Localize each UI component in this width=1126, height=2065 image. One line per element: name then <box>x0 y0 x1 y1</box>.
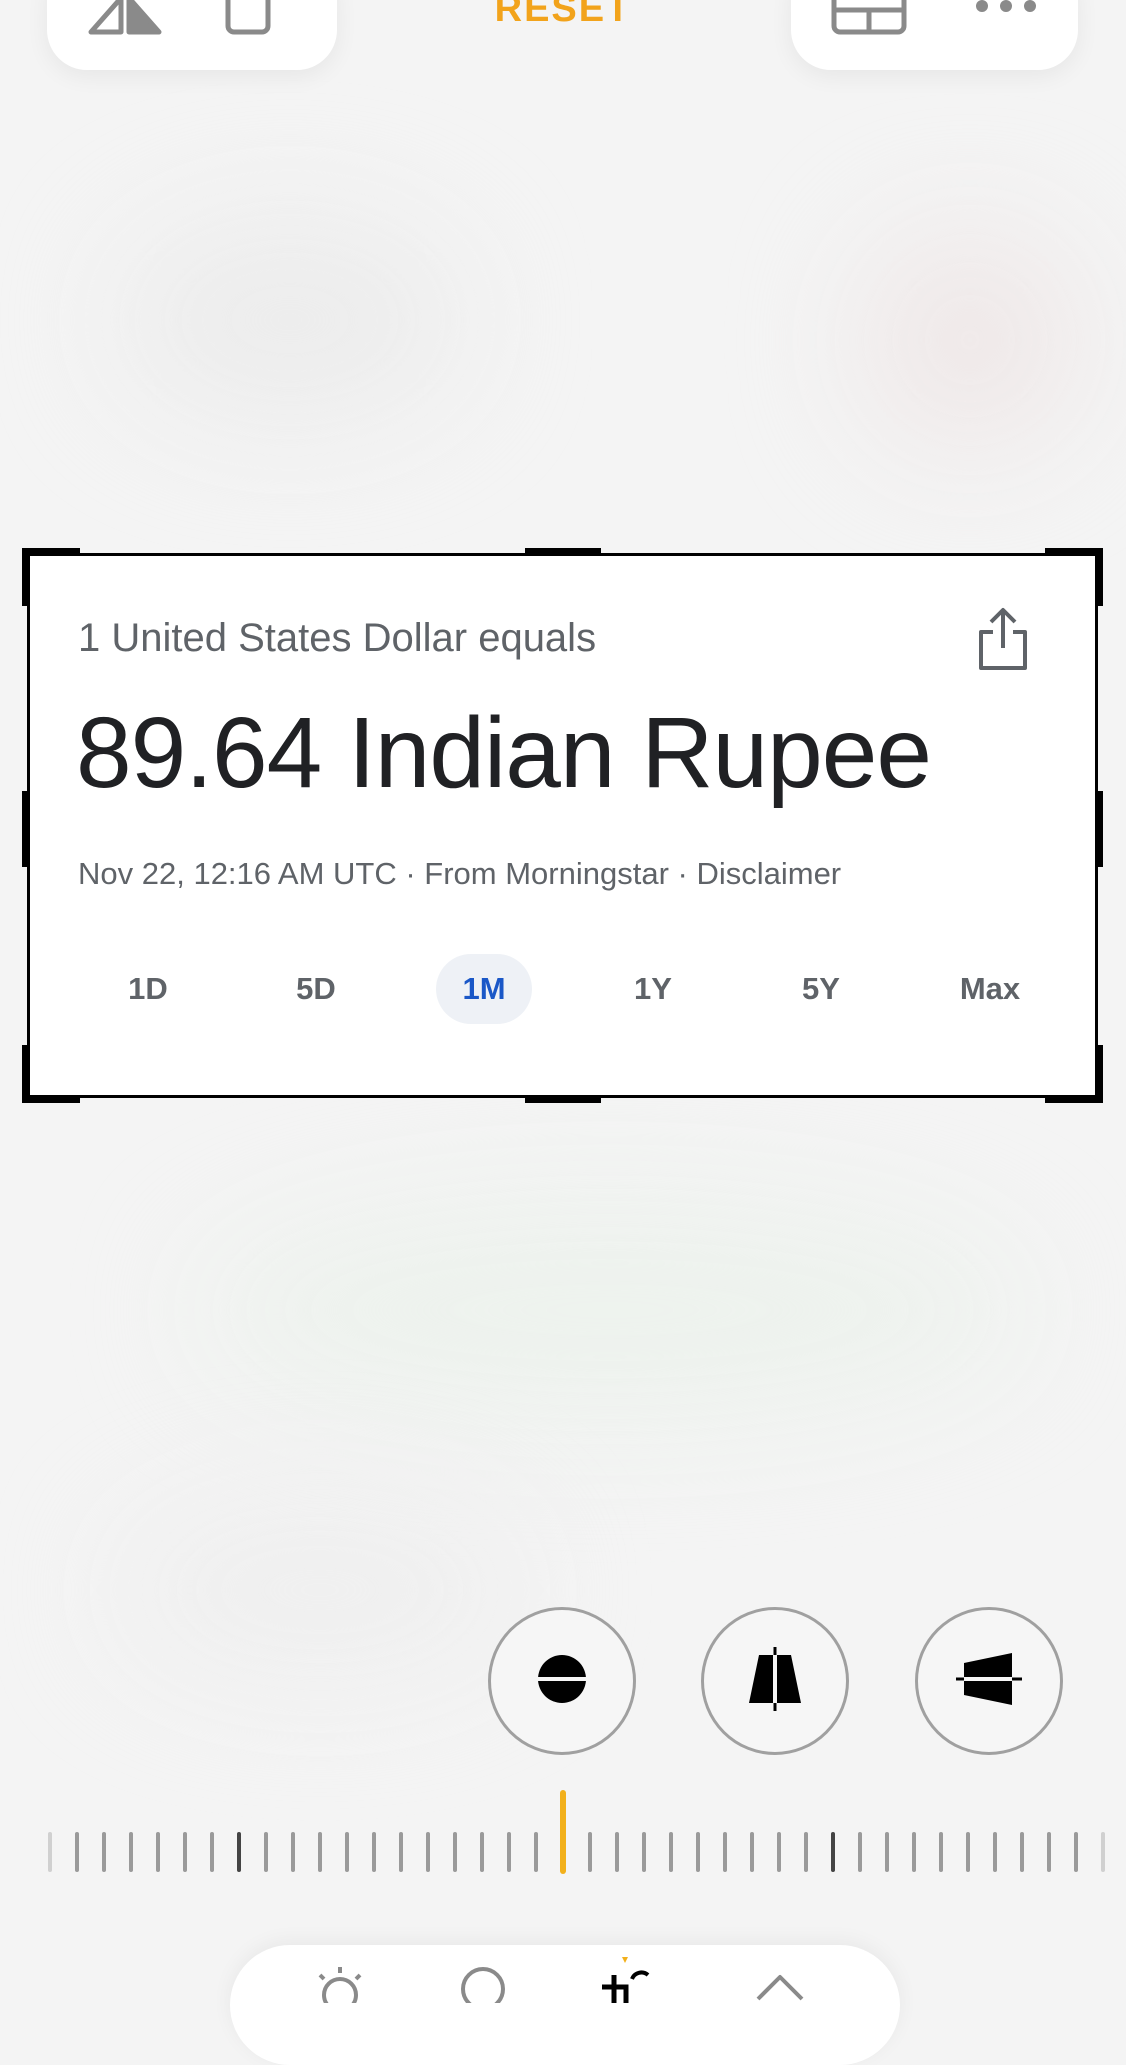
dial-tick <box>669 1832 673 1872</box>
vertical-perspective-button[interactable] <box>701 1607 849 1755</box>
dial-tick <box>966 1832 970 1872</box>
crop-handle-bottom-left-v[interactable] <box>22 1045 30 1103</box>
conversion-meta: Nov 22, 12:16 AM UTC · From Morningstar … <box>78 856 842 891</box>
dial-tick <box>48 1832 52 1872</box>
dial-tick <box>696 1832 700 1872</box>
bottom-tab-bar <box>230 1945 900 2065</box>
crop-handle-bottom-mid[interactable] <box>525 1095 601 1103</box>
range-1d[interactable]: 1D <box>100 954 196 1024</box>
crop-handle-left-mid[interactable] <box>22 791 30 867</box>
straighten-button[interactable] <box>488 1607 636 1755</box>
dial-tick <box>750 1832 754 1872</box>
crop-handle-top-left-v[interactable] <box>22 548 30 606</box>
dial-tick <box>534 1832 538 1872</box>
dial-tick <box>156 1832 160 1872</box>
dial-tick <box>912 1832 916 1872</box>
more-icon[interactable] <box>974 0 1038 38</box>
dial-tick <box>1074 1832 1078 1872</box>
dial-tick <box>372 1832 376 1872</box>
straighten-icon <box>532 1654 592 1709</box>
crop-handle-top-left[interactable] <box>22 548 80 556</box>
share-icon[interactable] <box>977 606 1029 677</box>
vertical-perspective-icon <box>745 1646 805 1716</box>
range-5y[interactable]: 5Y <box>773 954 869 1024</box>
dial-tick <box>993 1832 997 1872</box>
dial-tick <box>399 1832 403 1872</box>
dial-tick <box>858 1832 862 1872</box>
dial-tick <box>129 1832 133 1872</box>
filters-icon[interactable] <box>458 1963 508 2011</box>
dial-tick <box>1101 1832 1105 1872</box>
range-selector: 1D 5D 1M 1Y 5Y Max <box>72 954 1072 1024</box>
crop-handle-top-mid[interactable] <box>525 548 601 556</box>
dial-tick <box>291 1832 295 1872</box>
dial-tick <box>183 1832 187 1872</box>
dial-tick <box>777 1832 781 1872</box>
crop-handle-top-right-v[interactable] <box>1095 548 1103 606</box>
dial-tick <box>345 1832 349 1872</box>
dial-tick <box>426 1832 430 1872</box>
dial-tick <box>939 1832 943 1872</box>
dial-tick <box>453 1832 457 1872</box>
range-max[interactable]: Max <box>942 954 1038 1024</box>
crop-handle-right-mid[interactable] <box>1095 791 1103 867</box>
crop-frame[interactable]: 1 United States Dollar equals 89.64 Indi… <box>22 548 1103 1103</box>
dial-tick <box>885 1832 889 1872</box>
dial-tick <box>75 1832 79 1872</box>
dial-tick <box>642 1832 646 1872</box>
dial-tick <box>1020 1832 1024 1872</box>
dial-tick <box>831 1832 835 1872</box>
dial-tick <box>318 1832 322 1872</box>
dial-tick <box>615 1832 619 1872</box>
dial-needle <box>560 1790 566 1874</box>
range-1m[interactable]: 1M <box>436 954 532 1024</box>
dial-tick <box>723 1832 727 1872</box>
crop-handle-bottom-left[interactable] <box>22 1095 80 1103</box>
dial-tick <box>804 1832 808 1872</box>
dial-tick <box>102 1832 106 1872</box>
dial-tick <box>237 1832 241 1872</box>
dial-tick <box>480 1832 484 1872</box>
range-5d[interactable]: 5D <box>268 954 364 1024</box>
adjust-icon[interactable] <box>750 1963 810 2008</box>
top-right-toolbar <box>791 0 1078 70</box>
aspect-ratio-icon[interactable] <box>831 0 907 38</box>
range-1y[interactable]: 1Y <box>605 954 701 1024</box>
conversion-value: 89.64 Indian Rupee <box>76 697 932 809</box>
dial-tick <box>210 1832 214 1872</box>
crop-handle-bottom-right-v[interactable] <box>1095 1045 1103 1103</box>
dial-tick <box>507 1832 511 1872</box>
crop-rotate-icon[interactable] <box>592 1953 658 2008</box>
dial-tick <box>1047 1832 1051 1872</box>
dial-tick <box>588 1832 592 1872</box>
dial-tick <box>264 1832 268 1872</box>
rotation-dial[interactable] <box>0 1780 1126 1880</box>
horizontal-perspective-button[interactable] <box>915 1607 1063 1755</box>
conversion-subtitle: 1 United States Dollar equals <box>78 616 597 660</box>
auto-adjust-icon[interactable] <box>310 1963 370 2013</box>
horizontal-perspective-icon <box>956 1649 1022 1714</box>
